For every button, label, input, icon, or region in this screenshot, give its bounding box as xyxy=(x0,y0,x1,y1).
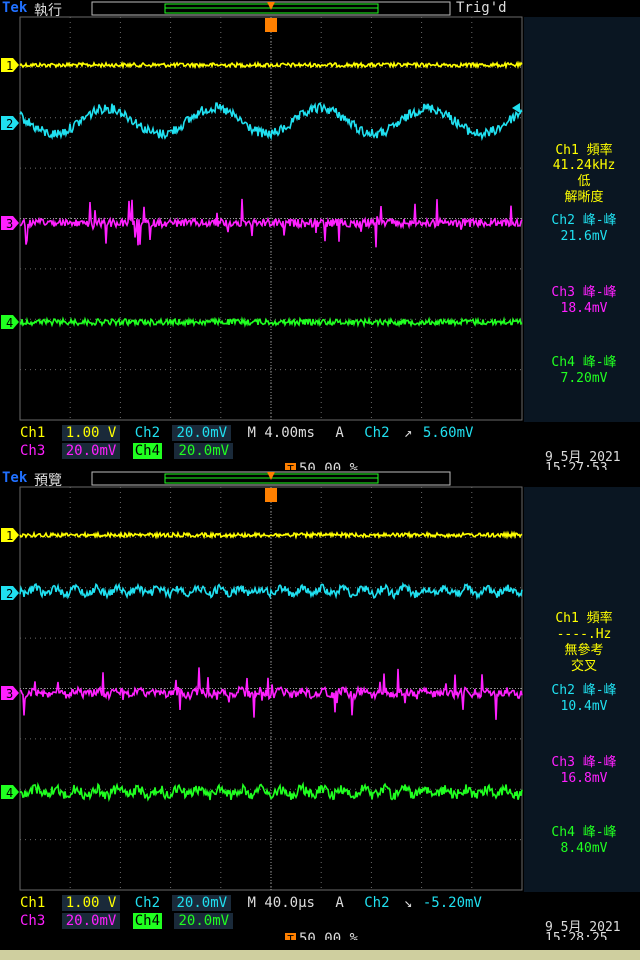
channel-marker-2: 2 xyxy=(1,586,19,601)
channel-marker-label: 4 xyxy=(6,316,13,330)
meas-ch1-note2: 交叉 xyxy=(570,659,597,674)
ch1-label: Ch1 xyxy=(20,895,46,911)
waveform-ch1 xyxy=(19,60,523,70)
trigger-position-marker xyxy=(265,488,277,502)
ch4-scale[interactable]: 20.0mV xyxy=(174,443,234,459)
scope-screen-1: 1 2 3 4 Tek 執行 Trig'd Ch1 頻率 41.24kHz 低 解晰度… xyxy=(0,0,640,470)
meas-ch4-value: 7.20mV xyxy=(560,371,608,386)
channel-marker-2: 2 xyxy=(1,116,19,131)
ch3-label: Ch3 xyxy=(20,443,46,459)
channel-marker-label: 4 xyxy=(6,786,13,800)
ch3-label: Ch3 xyxy=(20,913,46,929)
trigger-percent-value: 50.00 % xyxy=(299,931,359,940)
meas-ch1-note1: 低 xyxy=(577,174,591,189)
ch4-label: Ch4 xyxy=(132,443,163,459)
acquisition-mode: 執行 xyxy=(34,3,62,19)
settings-row-2: Ch3 20.0mV Ch4 20.0mV xyxy=(20,913,234,929)
trigger-top-arrow xyxy=(267,472,275,480)
ch3-scale[interactable]: 20.0mV xyxy=(61,913,121,929)
meas-ch1-value: ----.Hz xyxy=(556,627,612,642)
settings-row-1: Ch1 1.00 V Ch2 20.0mV M 4.00ms A Ch2 ↗ 5… xyxy=(20,425,473,441)
trigger-level[interactable]: 5.60mV xyxy=(423,425,474,441)
trigger-status: Trig'd xyxy=(456,0,507,16)
tek-logo: Tek xyxy=(2,470,28,486)
channel-marker-3: 3 xyxy=(1,216,19,231)
meas-ch1-note2: 解晰度 xyxy=(564,190,604,205)
trigger-top-arrow xyxy=(267,2,275,10)
timebase[interactable]: M 40.0µs xyxy=(248,895,315,911)
channel-marker-label: 2 xyxy=(6,587,13,601)
settings-row-2: Ch3 20.0mV Ch4 20.0mV xyxy=(20,443,234,459)
bottom-bezel xyxy=(0,950,640,960)
trigger-source[interactable]: Ch2 xyxy=(364,425,389,441)
channel-marker-label: 2 xyxy=(6,117,13,131)
ch2-label: Ch2 xyxy=(134,895,161,911)
meas-ch3-value: 16.8mV xyxy=(560,771,608,786)
ch3-scale[interactable]: 20.0mV xyxy=(61,443,121,459)
trigger-position-icon: T xyxy=(285,463,296,470)
channel-marker-label: 1 xyxy=(6,529,13,543)
channel-marker-3: 3 xyxy=(1,686,19,701)
time-display: 15:27:53 xyxy=(545,461,608,470)
falling-edge-icon: ↘ xyxy=(403,895,413,911)
tek-logo: Tek xyxy=(2,0,28,16)
meas-ch3-label: Ch3 峰-峰 xyxy=(551,755,617,770)
acquisition-mode: 預覽 xyxy=(34,473,62,489)
meas-ch1-label: Ch1 頻率 xyxy=(555,143,613,158)
meas-ch1-value: 41.24kHz xyxy=(552,158,616,173)
time-display: 15:28:25 xyxy=(545,931,608,940)
meas-ch2-label: Ch2 峰-峰 xyxy=(551,683,617,698)
trigger-percent-value: 50.00 % xyxy=(299,461,359,470)
ch4-scale[interactable]: 20.0mV xyxy=(174,913,234,929)
scope-screen-2: 1 2 3 4 Tek 預覽 Ch1 頻率 ----.Hz 無參考 交叉 Ch2 峰-… xyxy=(0,470,640,940)
trigger-percent: T 50.00 % xyxy=(285,931,358,940)
trigger-percent: T 50.00 % xyxy=(285,461,358,470)
ch1-label: Ch1 xyxy=(20,425,46,441)
ch2-scale[interactable]: 20.0mV xyxy=(172,425,232,441)
trigger-position-icon: T xyxy=(285,933,296,940)
trigger-level[interactable]: -5.20mV xyxy=(423,895,482,911)
channel-marker-label: 3 xyxy=(6,687,13,701)
rising-edge-icon: ↗ xyxy=(403,425,413,441)
channel-marker-4: 4 xyxy=(1,315,19,330)
meas-ch2-value: 10.4mV xyxy=(560,699,608,714)
meas-ch4-label: Ch4 峰-峰 xyxy=(551,355,617,370)
meas-ch4-label: Ch4 峰-峰 xyxy=(551,825,617,840)
channel-marker-4: 4 xyxy=(1,785,19,800)
meas-ch4-value: 8.40mV xyxy=(560,841,608,856)
waveform-ch1 xyxy=(19,530,523,540)
ch4-label: Ch4 xyxy=(132,913,163,929)
channel-marker-label: 1 xyxy=(6,59,13,73)
ch1-scale[interactable]: 1.00 V xyxy=(61,425,121,441)
channel-marker-1: 1 xyxy=(1,528,19,543)
trigger-mode: A xyxy=(335,425,344,441)
waveform-ch2 xyxy=(19,102,523,142)
channel-marker-label: 3 xyxy=(6,217,13,231)
meas-ch3-value: 18.4mV xyxy=(560,301,608,316)
ch1-scale[interactable]: 1.00 V xyxy=(61,895,121,911)
ch2-label: Ch2 xyxy=(134,425,161,441)
trigger-position-marker xyxy=(265,18,277,32)
timebase[interactable]: M 4.00ms xyxy=(248,425,315,441)
meas-ch1-note1: 無參考 xyxy=(564,643,604,658)
meas-ch2-label: Ch2 峰-峰 xyxy=(551,213,617,228)
trigger-mode: A xyxy=(335,895,344,911)
channel-marker-1: 1 xyxy=(1,58,19,73)
trigger-source[interactable]: Ch2 xyxy=(364,895,389,911)
settings-row-1: Ch1 1.00 V Ch2 20.0mV M 40.0µs A Ch2 ↘ -… xyxy=(20,895,482,911)
meas-ch1-label: Ch1 頻率 xyxy=(555,611,613,626)
meas-ch3-label: Ch3 峰-峰 xyxy=(551,285,617,300)
ch2-scale[interactable]: 20.0mV xyxy=(172,895,232,911)
meas-ch2-value: 21.6mV xyxy=(560,229,608,244)
